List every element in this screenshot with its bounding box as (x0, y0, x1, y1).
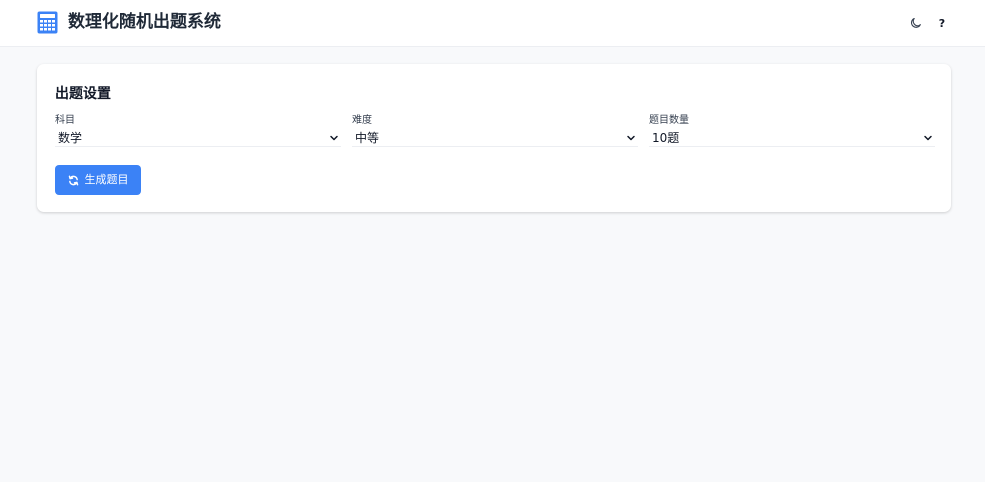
count-select-value: 10题 (652, 131, 680, 145)
subject-select-value: 数学 (58, 131, 83, 145)
generate-button-label: 生成题目 (84, 173, 129, 186)
app-header: 数理化随机出题系统 ? (0, 0, 985, 47)
refresh-icon (68, 175, 79, 186)
subject-select[interactable]: 数学 (55, 130, 341, 147)
chevron-down-icon (923, 133, 933, 143)
generate-button[interactable]: 生成题目 (55, 165, 141, 195)
count-label: 题目数量 (649, 115, 689, 126)
difficulty-select-value: 中等 (355, 131, 380, 145)
settings-title: 出题设置 (55, 86, 111, 102)
difficulty-label: 难度 (352, 115, 372, 126)
chevron-down-icon (329, 133, 339, 143)
chevron-down-icon (626, 133, 636, 143)
app-title: 数理化随机出题系统 (68, 12, 221, 32)
subject-label: 科目 (55, 115, 75, 126)
count-select[interactable]: 10题 (649, 130, 935, 147)
question-icon: ? (938, 16, 946, 30)
moon-icon (910, 14, 922, 33)
calculator-icon (37, 11, 58, 34)
difficulty-select[interactable]: 中等 (352, 130, 638, 147)
help-button[interactable]: ? (932, 13, 952, 33)
theme-toggle-button[interactable] (906, 13, 926, 33)
settings-card: 出题设置 科目 数学 难度 中等 题目数量 10题 生成题目 (37, 64, 951, 212)
